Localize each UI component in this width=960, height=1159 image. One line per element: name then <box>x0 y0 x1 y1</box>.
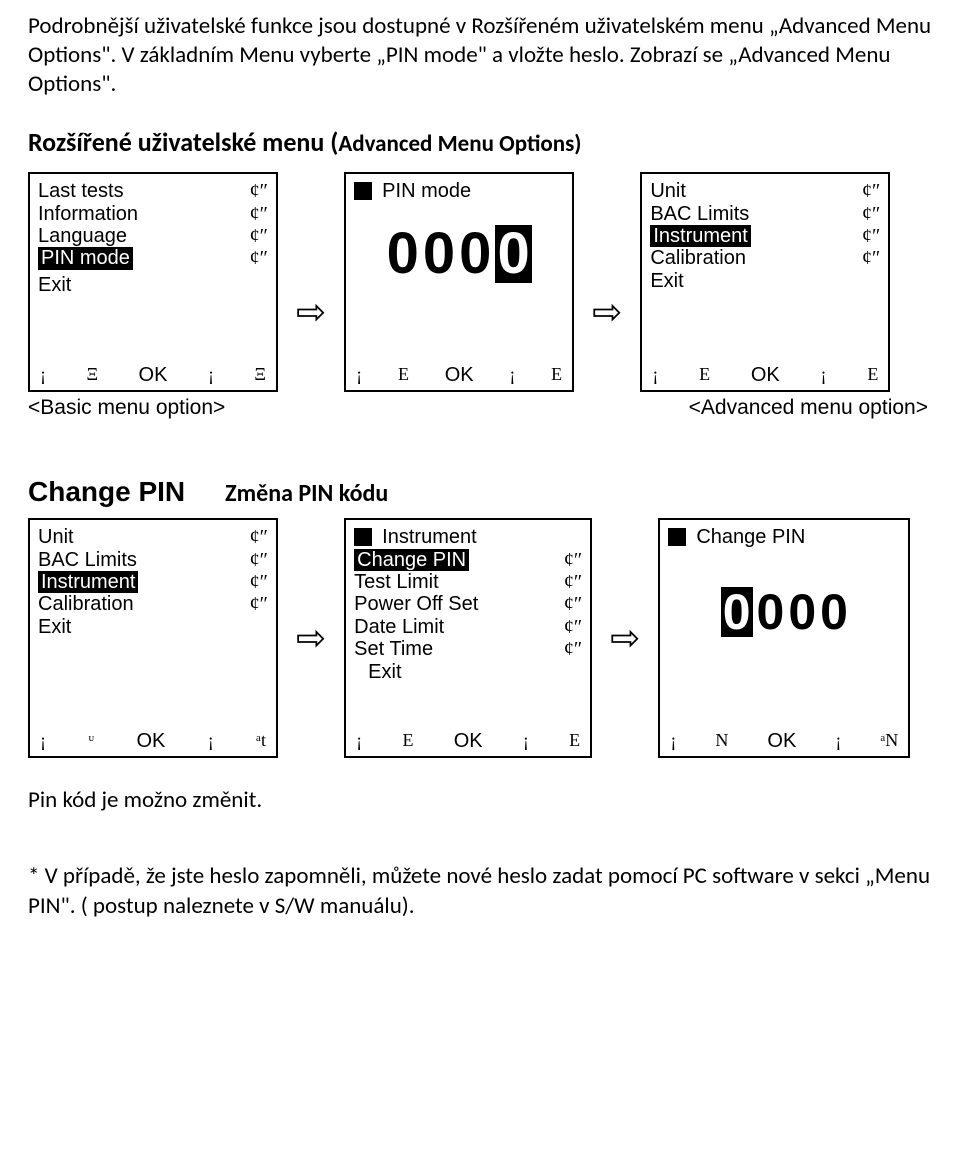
screen-title: Change PIN <box>668 526 900 548</box>
square-icon <box>354 182 372 200</box>
square-icon <box>354 528 372 546</box>
menu-item: Date Limit¢″ <box>354 616 582 638</box>
menu-item: Information¢″ <box>38 203 268 225</box>
menu-item-selected: Instrument¢″ <box>650 225 880 247</box>
square-icon <box>668 528 686 546</box>
menu-item: Calibration¢″ <box>38 593 268 615</box>
menu-item: Language¢″ <box>38 225 268 247</box>
arrow-right-icon: ⇨ <box>610 616 640 660</box>
menu-exit: Exit <box>38 616 268 638</box>
screen-footer: ¡NOK¡ᵃN <box>668 730 900 752</box>
menu-item: Set Time¢″ <box>354 638 582 660</box>
arrow-right-icon: ⇨ <box>296 616 326 660</box>
screen-title: PIN mode <box>354 180 564 202</box>
intro-paragraph: Podrobnější uživatelské funkce jsou dost… <box>28 12 932 98</box>
change-pin-heading: Change PIN Změna PIN kódu <box>28 476 932 508</box>
menu-item: BAC Limits¢″ <box>38 549 268 571</box>
caption-row: <Basic menu option> <Advanced menu optio… <box>28 396 932 420</box>
arrow-right-icon: ⇨ <box>592 290 622 334</box>
pin-digits: 0 0 0 0 <box>354 225 564 283</box>
pin-digits: 0 0 0 0 <box>668 587 900 637</box>
screen-footer: ¡ᶸOK¡ᵃt <box>38 730 268 752</box>
menu-exit: Exit <box>650 270 880 292</box>
screens-row-2: Unit¢″ BAC Limits¢″ Instrument¢″ Calibra… <box>28 518 932 758</box>
screen-change-pin: Change PIN 0 0 0 0 ¡NOK¡ᵃN <box>658 518 910 758</box>
screen-basic-menu: Last tests¢″ Information¢″ Language¢″ PI… <box>28 172 278 392</box>
screen-footer: ¡EOK¡E <box>354 730 582 752</box>
screen-advanced-menu-2: Unit¢″ BAC Limits¢″ Instrument¢″ Calibra… <box>28 518 278 758</box>
note-forgotten-pin: * V případě, že jste heslo zapomněli, mů… <box>28 862 932 922</box>
screen-advanced-menu: Unit¢″ BAC Limits¢″ Instrument¢″ Calibra… <box>640 172 890 392</box>
caption-basic: <Basic menu option> <box>28 396 225 420</box>
screen-instrument-menu: Instrument Change PIN¢″ Test Limit¢″ Pow… <box>344 518 592 758</box>
menu-exit: Exit <box>38 274 268 296</box>
heading-advanced-menu: Rozšířené uživatelské menu (Advanced Men… <box>28 126 932 158</box>
menu-item: Unit¢″ <box>650 180 880 202</box>
menu-item: Unit¢″ <box>38 526 268 548</box>
note-pin-change: Pin kód je možno změnit. <box>28 786 932 814</box>
menu-item: Power Off Set¢″ <box>354 593 582 615</box>
arrow-right-icon: ⇨ <box>296 290 326 334</box>
screen-title: Instrument <box>354 526 582 548</box>
screen-footer: ¡EOK¡E <box>354 364 564 386</box>
screen-footer: ¡ΞOK¡Ξ <box>38 364 268 386</box>
menu-item: Last tests¢″ <box>38 180 268 202</box>
menu-item: Test Limit¢″ <box>354 571 582 593</box>
menu-exit: Exit <box>354 661 582 683</box>
caption-advanced: <Advanced menu option> <box>689 396 928 420</box>
menu-item-selected: Instrument¢″ <box>38 571 268 593</box>
menu-item: Calibration¢″ <box>650 247 880 269</box>
menu-item: BAC Limits¢″ <box>650 203 880 225</box>
screens-row-1: Last tests¢″ Information¢″ Language¢″ PI… <box>28 172 932 392</box>
menu-item-selected: Change PIN¢″ <box>354 549 582 571</box>
screen-footer: ¡EOK¡E <box>650 364 880 386</box>
screen-pin-entry: PIN mode 0 0 0 0 ¡EOK¡E <box>344 172 574 392</box>
menu-item-selected: PIN mode¢″ <box>38 247 268 269</box>
